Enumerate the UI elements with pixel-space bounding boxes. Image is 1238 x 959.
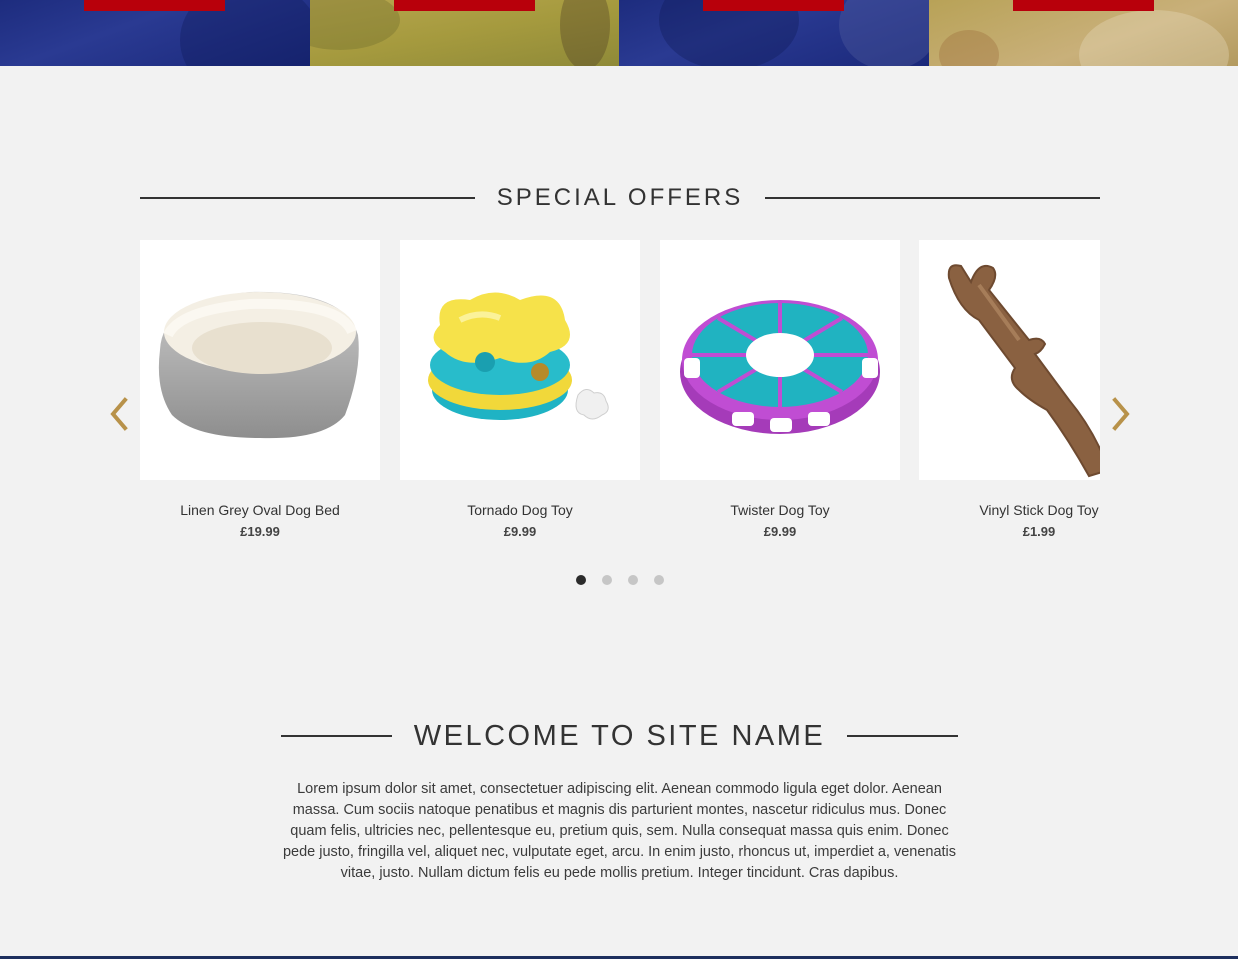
category-tile-2-button[interactable] (393, 0, 535, 11)
product-card[interactable]: Twister Dog Toy £9.99 (660, 240, 900, 539)
carousel-dot-4[interactable] (654, 575, 664, 585)
welcome-heading: WELCOME TO SITE NAME (281, 718, 959, 754)
chevron-left-icon (110, 397, 128, 431)
category-tile-1[interactable] (0, 0, 310, 66)
category-tile-2[interactable] (309, 0, 619, 66)
product-image-puzzle-toy[interactable] (400, 240, 640, 480)
dog-bed-image (158, 291, 359, 439)
carousel-pagination (576, 575, 664, 585)
product-price: £9.99 (763, 524, 797, 539)
heading-rule-left (281, 735, 392, 737)
carousel-prev-button[interactable] (105, 396, 133, 432)
product-name[interactable]: Tornado Dog Toy (400, 502, 640, 518)
product-image-stick-toy[interactable] (919, 240, 1100, 480)
product-card[interactable]: Linen Grey Oval Dog Bed £19.99 (140, 240, 380, 539)
product-name[interactable]: Twister Dog Toy (660, 502, 900, 518)
category-tile-4[interactable] (928, 0, 1238, 66)
product-card[interactable]: Vinyl Stick Dog Toy £1.99 (919, 240, 1100, 539)
product-price: £9.99 (503, 524, 537, 539)
stick-toy-image (947, 264, 1100, 478)
welcome-title: WELCOME TO SITE NAME (413, 719, 826, 752)
special-offers-heading: SPECIAL OFFERS (140, 182, 1100, 214)
heading-rule-left (140, 197, 475, 199)
chevron-right-icon (1112, 397, 1130, 431)
heading-rule-right (765, 197, 1100, 199)
heading-rule-right (847, 735, 959, 737)
product-price: £19.99 (240, 524, 280, 539)
puzzle-toy-image (428, 292, 609, 420)
product-price: £1.99 (1022, 524, 1056, 539)
special-offers-title: SPECIAL OFFERS (496, 184, 744, 211)
carousel-dot-1[interactable] (576, 575, 586, 585)
twister-toy-image (680, 300, 880, 434)
product-image-twister-toy[interactable] (660, 240, 900, 480)
category-tile-3[interactable] (619, 0, 929, 66)
product-carousel: Linen Grey Oval Dog Bed £19.99 Tornado D… (140, 240, 1100, 550)
carousel-dot-3[interactable] (628, 575, 638, 585)
product-card[interactable]: Tornado Dog Toy £9.99 (400, 240, 640, 539)
welcome-body-text: Lorem ipsum dolor sit amet, consectetuer… (282, 781, 957, 881)
category-tile-3-button[interactable] (703, 0, 844, 11)
category-banner (0, 0, 1238, 66)
carousel-dot-2[interactable] (602, 575, 612, 585)
category-tile-1-button[interactable] (84, 0, 225, 11)
carousel-next-button[interactable] (1107, 396, 1135, 432)
product-name[interactable]: Linen Grey Oval Dog Bed (140, 502, 380, 518)
product-image-dog-bed[interactable] (140, 240, 380, 480)
category-tile-4-button[interactable] (1012, 0, 1154, 11)
product-name[interactable]: Vinyl Stick Dog Toy (919, 502, 1100, 518)
